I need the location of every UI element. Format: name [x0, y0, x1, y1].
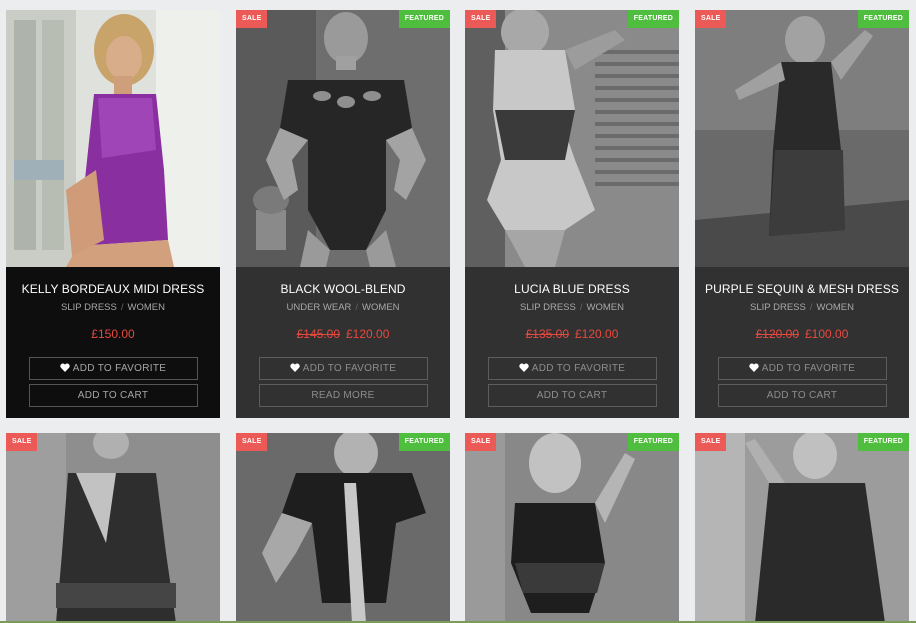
add-to-favorite-button[interactable]: ADD TO FAVORITE — [717, 357, 887, 380]
sale-badge: SALE — [236, 433, 268, 451]
product-image[interactable]: SALE FEATURED — [465, 433, 679, 623]
current-price: £120.00 — [346, 327, 390, 341]
category-link[interactable]: WOMEN — [586, 302, 623, 313]
sale-badge: SALE — [6, 433, 38, 451]
category-link[interactable]: SLIP DRESS — [61, 302, 117, 313]
product-categories: UNDER WEAR / WOMEN — [236, 302, 450, 314]
heart-icon — [60, 363, 70, 372]
category-link[interactable]: WOMEN — [362, 302, 399, 313]
product-image[interactable]: SALE — [6, 433, 220, 623]
product-image[interactable] — [6, 10, 220, 267]
category-link[interactable]: WOMEN — [127, 302, 164, 313]
old-price: £135.00 — [525, 327, 569, 341]
add-to-cart-button[interactable]: ADD TO CART — [28, 384, 198, 407]
heart-icon — [749, 363, 759, 372]
category-link[interactable]: SLIP DRESS — [520, 302, 576, 313]
product-categories: SLIP DRESS / WOMEN — [6, 302, 220, 314]
product-categories: SLIP DRESS / WOMEN — [695, 302, 909, 314]
product-title[interactable]: LUCIA BLUE DRESS — [465, 282, 679, 297]
product-card[interactable]: SALE FEATURED — [236, 433, 450, 623]
product-photo — [236, 433, 450, 623]
product-card[interactable]: SALE — [6, 433, 220, 623]
current-price: £100.00 — [805, 327, 849, 341]
featured-badge: FEATURED — [398, 10, 450, 28]
separator: / — [120, 302, 124, 313]
sale-badge: SALE — [465, 10, 497, 28]
product-price: £145.00 £120.00 — [236, 327, 450, 342]
category-link[interactable]: SLIP DRESS — [750, 302, 806, 313]
add-to-favorite-button[interactable]: ADD TO FAVORITE — [487, 357, 657, 380]
product-price: £120.00 £100.00 — [695, 327, 909, 342]
product-title[interactable]: PURPLE SEQUIN & MESH DRESS — [695, 282, 909, 297]
product-image[interactable]: SALE FEATURED — [236, 433, 450, 623]
product-card[interactable]: KELLY BORDEAUX MIDI DRESS SLIP DRESS / WOM… — [6, 10, 220, 418]
product-card[interactable]: SALE FEATURED — [465, 433, 679, 623]
add-to-favorite-button[interactable]: ADD TO FAVORITE — [258, 357, 428, 380]
product-price: £150.00 — [6, 327, 220, 342]
sale-badge: SALE — [695, 433, 727, 451]
sale-badge: SALE — [236, 10, 268, 28]
product-image[interactable]: SALE FEATURED — [236, 10, 450, 267]
featured-badge: FEATURED — [398, 433, 450, 451]
separator: / — [355, 302, 359, 313]
separator: / — [579, 302, 583, 313]
product-title[interactable]: KELLY BORDEAUX MIDI DRESS — [6, 282, 220, 297]
add-to-favorite-button[interactable]: ADD TO FAVORITE — [28, 357, 198, 380]
product-image[interactable]: SALE FEATURED — [695, 10, 909, 267]
read-more-button[interactable]: READ MORE — [258, 384, 428, 407]
sale-badge: SALE — [465, 433, 497, 451]
product-photo — [6, 10, 220, 267]
favorite-label: ADD TO FAVORITE — [72, 363, 167, 374]
featured-badge: FEATURED — [857, 10, 909, 28]
add-to-cart-button[interactable]: ADD TO CART — [487, 384, 657, 407]
favorite-label: ADD TO FAVORITE — [531, 363, 626, 374]
product-card[interactable]: SALE FEATURED LUCIA BLUE DRESS SLIP DRES… — [465, 10, 679, 418]
product-image[interactable]: SALE FEATURED — [695, 433, 909, 623]
favorite-label: ADD TO FAVORITE — [302, 363, 397, 374]
product-title[interactable]: BLACK WOOL-BLEND — [236, 282, 450, 297]
featured-badge: FEATURED — [857, 433, 909, 451]
heart-icon — [290, 363, 300, 372]
separator: / — [809, 302, 813, 313]
product-card[interactable]: SALE FEATURED — [695, 433, 909, 623]
category-link[interactable]: UNDER WEAR — [286, 302, 351, 313]
favorite-label: ADD TO FAVORITE — [761, 363, 856, 374]
featured-badge: FEATURED — [627, 433, 679, 451]
old-price: £145.00 — [296, 327, 340, 341]
category-link[interactable]: WOMEN — [816, 302, 853, 313]
product-photo — [465, 10, 679, 267]
sale-badge: SALE — [695, 10, 727, 28]
product-card[interactable]: SALE FEATURED BLACK WOOL-BLEND UNDER WEA… — [236, 10, 450, 418]
heart-icon — [519, 363, 529, 372]
featured-badge: FEATURED — [627, 10, 679, 28]
product-image[interactable]: SALE FEATURED — [465, 10, 679, 267]
old-price: £120.00 — [755, 327, 799, 341]
product-photo — [695, 433, 909, 623]
product-card[interactable]: SALE FEATURED PURPLE SEQUIN & MESH DRESS… — [695, 10, 909, 418]
product-categories: SLIP DRESS / WOMEN — [465, 302, 679, 314]
product-photo — [236, 10, 450, 267]
product-photo — [6, 433, 220, 623]
product-photo — [465, 433, 679, 623]
current-price: £120.00 — [575, 327, 619, 341]
product-photo — [695, 10, 909, 267]
current-price: £150.00 — [91, 327, 135, 341]
product-price: £135.00 £120.00 — [465, 327, 679, 342]
add-to-cart-button[interactable]: ADD TO CART — [717, 384, 887, 407]
